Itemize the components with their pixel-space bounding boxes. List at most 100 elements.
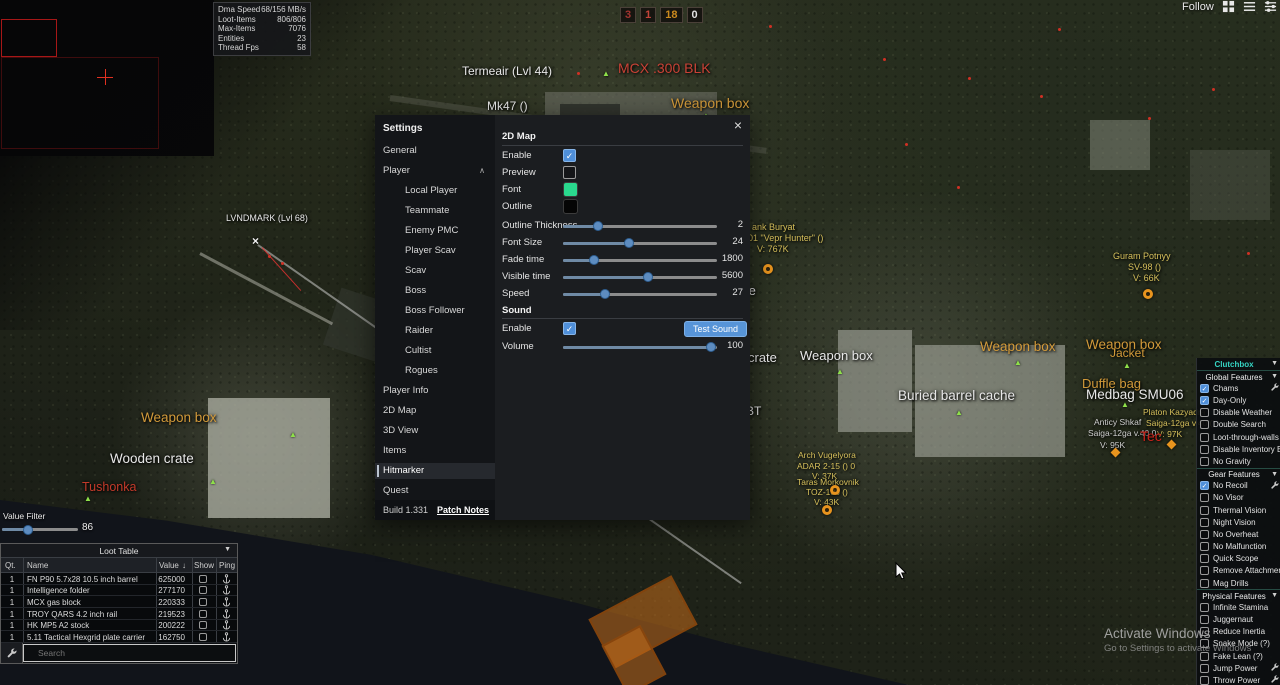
loot-table-header[interactable]: Loot Table ▼ [1,544,237,558]
enable-checkbox[interactable]: ✓ [563,149,576,162]
show-checkbox[interactable] [199,586,207,594]
ping-icon[interactable] [222,585,231,597]
cheat-checkbox[interactable] [1200,566,1209,575]
cheat-item-loot-through-walls[interactable]: Loot-through-walls [1197,431,1280,443]
filter-sliders-icon[interactable] [1264,0,1277,13]
cheat-item-double-search[interactable]: Double Search [1197,419,1280,431]
slider-thumb[interactable] [643,272,653,282]
cheat-checkbox[interactable] [1200,445,1209,454]
loot-settings-button[interactable] [1,643,23,663]
table-row[interactable]: 1TROY QARS 4.2 inch rail219523 [1,608,237,620]
cheat-checkbox[interactable] [1200,493,1209,502]
chevron-down-icon[interactable]: ▼ [1271,360,1278,367]
slider-thumb[interactable] [624,238,634,248]
cheat-checkbox[interactable] [1200,676,1209,685]
value-filter-slider[interactable] [2,528,78,531]
cheat-item-mag-drills[interactable]: Mag Drills [1197,577,1280,589]
wrench-icon[interactable] [1270,675,1279,685]
cheat-item-no-recoil[interactable]: ✓No Recoil [1197,480,1280,492]
table-row[interactable]: 15.11 Tactical Hexgrid plate carrier1627… [1,631,237,643]
cheat-checkbox[interactable] [1200,457,1209,466]
close-icon[interactable]: × [734,117,742,133]
chevron-down-icon[interactable]: ▼ [1271,471,1278,478]
cheat-checkbox[interactable] [1200,615,1209,624]
sidebar-item-boss[interactable]: Boss [375,283,495,299]
sidebar-item-boss-follower[interactable]: Boss Follower [375,303,495,319]
sidebar-item-3d-view[interactable]: 3D View [375,423,495,439]
sidebar-item-quest[interactable]: Quest [375,483,495,499]
cheat-item-no-gravity[interactable]: No Gravity [1197,455,1280,467]
cheat-item-day-only[interactable]: ✓Day-Only [1197,395,1280,407]
cheat-checkbox[interactable] [1200,554,1209,563]
sidebar-item-teammate[interactable]: Teammate [375,203,495,219]
show-checkbox[interactable] [199,610,207,618]
cheat-checkbox[interactable] [1200,579,1209,588]
cheat-checkbox[interactable] [1200,433,1209,442]
search-input[interactable] [23,644,236,662]
chevron-down-icon[interactable]: ▼ [1271,373,1278,380]
table-row[interactable]: 1HK MP5 A2 stock200222 [1,620,237,632]
cheat-item-disable-weather[interactable]: Disable Weather [1197,407,1280,419]
cheat-checkbox[interactable]: ✓ [1200,396,1209,405]
sidebar-item-player-info[interactable]: Player Info [375,383,495,399]
sidebar-item-raider[interactable]: Raider [375,323,495,339]
sidebar-item-2d-map[interactable]: 2D Map [375,403,495,419]
section-header-global-features[interactable]: Global Features▼ [1197,370,1280,382]
show-checkbox[interactable] [199,621,207,629]
cheat-item-throw-power[interactable]: Throw Power [1197,674,1280,685]
menu-icon[interactable] [1243,0,1256,13]
sidebar-item-cultist[interactable]: Cultist [375,343,495,359]
ping-icon[interactable] [222,574,231,586]
col-show[interactable]: Show [194,561,214,570]
cheat-item-remove-attachments[interactable]: Remove Attachments [1197,565,1280,577]
sidebar-item-general[interactable]: General [375,143,495,159]
ping-icon[interactable] [222,632,231,644]
preview-checkbox[interactable] [563,166,576,179]
wrench-icon[interactable] [1270,663,1279,674]
cheat-item-quick-scope[interactable]: Quick Scope [1197,553,1280,565]
cheat-checkbox[interactable] [1200,506,1209,515]
section-header-physical-features[interactable]: Physical Features▼ [1197,589,1280,601]
col-value[interactable]: Value [159,561,179,570]
show-checkbox[interactable] [199,633,207,641]
sidebar-item-items[interactable]: Items [375,443,495,459]
ping-icon[interactable] [222,609,231,621]
cheat-item-chams[interactable]: ✓Chams [1197,382,1280,394]
chevron-down-icon[interactable]: ▼ [1271,592,1278,599]
cheat-item-juggernaut[interactable]: Juggernaut [1197,614,1280,626]
cheat-item-no-visor[interactable]: No Visor [1197,492,1280,504]
sidebar-item-rogues[interactable]: Rogues [375,363,495,379]
cheat-checkbox[interactable]: ✓ [1200,481,1209,490]
cheat-checkbox[interactable]: ✓ [1200,384,1209,393]
cheat-checkbox[interactable] [1200,408,1209,417]
visible-time-slider[interactable] [563,276,717,279]
patch-notes-link[interactable]: Patch Notes [437,505,489,515]
cheat-menu-title-row[interactable]: Clutchbox▼ [1197,358,1280,370]
sidebar-item-hitmarker[interactable]: Hitmarker [375,463,495,479]
ping-icon[interactable] [222,597,231,609]
outline-color-swatch[interactable] [563,199,578,214]
fade-time-slider[interactable] [563,259,717,262]
ping-icon[interactable] [222,620,231,632]
slider-thumb[interactable] [600,289,610,299]
cheat-item-jump-power[interactable]: Jump Power [1197,662,1280,674]
cheat-item-thermal-vision[interactable]: Thermal Vision [1197,504,1280,516]
cheat-checkbox[interactable] [1200,530,1209,539]
grid-icon[interactable] [1222,0,1235,13]
table-row[interactable]: 1MCX gas block220333 [1,596,237,608]
sound-enable-checkbox[interactable]: ✓ [563,322,576,335]
font-color-swatch[interactable] [563,182,578,197]
font-size-slider[interactable] [563,242,717,245]
sidebar-item-player-scav[interactable]: Player Scav [375,243,495,259]
table-row[interactable]: 1FN P90 5.7x28 10.5 inch barrel625000 [1,573,237,585]
sidebar-item-local-player[interactable]: Local Player [375,183,495,199]
cheat-checkbox[interactable] [1200,542,1209,551]
slider-thumb[interactable] [589,255,599,265]
section-header-gear-features[interactable]: Gear Features▼ [1197,468,1280,480]
show-checkbox[interactable] [199,575,207,583]
cheat-item-no-overheat[interactable]: No Overheat [1197,528,1280,540]
col-qty[interactable]: Qt. [5,561,16,570]
wrench-icon[interactable] [1270,481,1279,492]
cheat-item-infinite-stamina[interactable]: Infinite Stamina [1197,601,1280,613]
volume-slider[interactable] [563,346,717,349]
